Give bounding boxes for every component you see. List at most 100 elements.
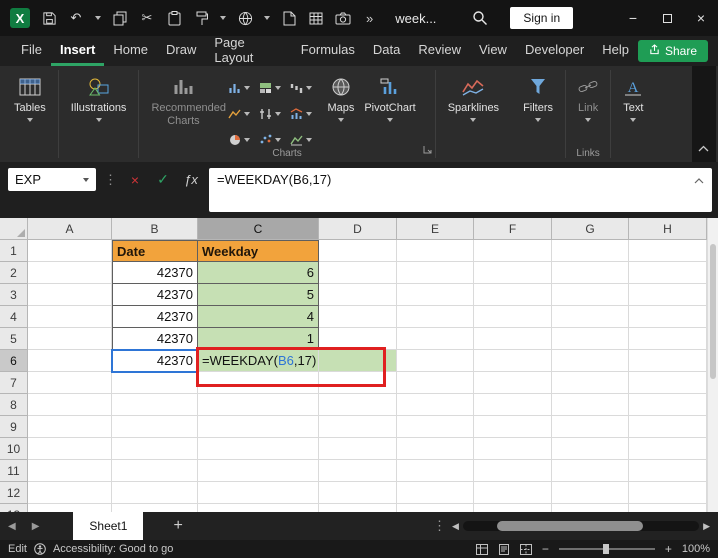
maps-button[interactable]: Maps xyxy=(322,71,359,126)
cell-f3[interactable] xyxy=(474,284,552,306)
cell-f1[interactable] xyxy=(474,240,552,262)
cell-a8[interactable] xyxy=(28,394,112,416)
filters-button[interactable]: Filters xyxy=(518,71,558,126)
cell-g5[interactable] xyxy=(552,328,629,350)
page-layout-view-icon[interactable] xyxy=(498,543,510,555)
cell-g12[interactable] xyxy=(552,482,629,504)
cell-f4[interactable] xyxy=(474,306,552,328)
cell-f2[interactable] xyxy=(474,262,552,284)
sheet-tab-sheet1[interactable]: Sheet1 xyxy=(73,512,144,540)
cell-b8[interactable] xyxy=(112,394,198,416)
cell-a13[interactable] xyxy=(28,504,112,512)
zoom-out-button[interactable]: − xyxy=(542,542,549,556)
globe-icon[interactable] xyxy=(237,10,253,26)
cell-e11[interactable] xyxy=(397,460,474,482)
cell-a5[interactable] xyxy=(28,328,112,350)
tab-draw[interactable]: Draw xyxy=(157,36,205,66)
cell-d2[interactable] xyxy=(319,262,397,284)
cell-a3[interactable] xyxy=(28,284,112,306)
cell-a9[interactable] xyxy=(28,416,112,438)
cell-c6[interactable]: =WEEKDAY(B6,17) xyxy=(198,350,319,372)
scroll-left-arrow[interactable]: ◀ xyxy=(452,521,459,532)
vertical-scrollbar[interactable] xyxy=(707,218,718,512)
cell-b1[interactable]: Date xyxy=(112,240,198,262)
cell-g13[interactable] xyxy=(552,504,629,512)
tab-help[interactable]: Help xyxy=(593,36,638,66)
cell-e8[interactable] xyxy=(397,394,474,416)
cell-e9[interactable] xyxy=(397,416,474,438)
cell-b3[interactable]: 42370 xyxy=(112,284,198,306)
previous-sheet-arrow[interactable]: ◀ xyxy=(0,521,24,532)
formula-bar-resizer[interactable]: ⋮ xyxy=(104,168,117,191)
row-header-8[interactable]: 8 xyxy=(0,394,28,416)
cell-d11[interactable] xyxy=(319,460,397,482)
cell-b2[interactable]: 42370 xyxy=(112,262,198,284)
cell-b9[interactable] xyxy=(112,416,198,438)
cell-d13[interactable] xyxy=(319,504,397,512)
cell-d9[interactable] xyxy=(319,416,397,438)
cell-f12[interactable] xyxy=(474,482,552,504)
search-icon[interactable] xyxy=(472,10,488,26)
row-header-4[interactable]: 4 xyxy=(0,306,28,328)
cell-h8[interactable] xyxy=(629,394,707,416)
tab-data[interactable]: Data xyxy=(364,36,409,66)
cell-f9[interactable] xyxy=(474,416,552,438)
cell-h3[interactable] xyxy=(629,284,707,306)
hierarchy-chart-button[interactable] xyxy=(255,75,285,100)
cell-a10[interactable] xyxy=(28,438,112,460)
share-button[interactable]: Share xyxy=(637,40,708,62)
cell-g1[interactable] xyxy=(552,240,629,262)
cell-g4[interactable] xyxy=(552,306,629,328)
cell-c11[interactable] xyxy=(198,460,319,482)
cell-c8[interactable] xyxy=(198,394,319,416)
cell-a6[interactable] xyxy=(28,350,112,372)
cell-f10[interactable] xyxy=(474,438,552,460)
collapse-ribbon-chevron-icon[interactable] xyxy=(698,139,709,157)
search-box-text[interactable]: week... xyxy=(395,11,436,26)
horizontal-scrollbar-thumb[interactable] xyxy=(496,521,643,531)
cell-e5[interactable] xyxy=(397,328,474,350)
cell-g3[interactable] xyxy=(552,284,629,306)
document-icon[interactable] xyxy=(281,10,297,26)
cell-e4[interactable] xyxy=(397,306,474,328)
tab-view[interactable]: View xyxy=(470,36,516,66)
add-sheet-button[interactable]: + xyxy=(173,517,182,535)
cell-h7[interactable] xyxy=(629,372,707,394)
line-chart-button[interactable] xyxy=(224,101,254,126)
column-header-f[interactable]: F xyxy=(474,218,552,240)
page-break-view-icon[interactable] xyxy=(519,543,532,555)
cell-h9[interactable] xyxy=(629,416,707,438)
table-icon[interactable] xyxy=(308,10,324,26)
charts-dialog-launcher[interactable] xyxy=(423,141,432,159)
horizontal-scrollbar[interactable]: ◀ ▶ xyxy=(452,521,710,532)
cell-a2[interactable] xyxy=(28,262,112,284)
cell-e1[interactable] xyxy=(397,240,474,262)
tab-page-layout[interactable]: Page Layout xyxy=(205,35,291,66)
insert-function-button[interactable]: ƒx xyxy=(181,168,201,191)
row-header-10[interactable]: 10 xyxy=(0,438,28,460)
cell-b12[interactable] xyxy=(112,482,198,504)
zoom-level[interactable]: 100% xyxy=(682,543,710,555)
cell-e10[interactable] xyxy=(397,438,474,460)
cell-d8[interactable] xyxy=(319,394,397,416)
cell-d6[interactable] xyxy=(319,350,397,372)
cell-d7[interactable] xyxy=(319,372,397,394)
scroll-right-arrow[interactable]: ▶ xyxy=(703,521,710,532)
save-icon[interactable] xyxy=(41,10,57,26)
horizontal-scrollbar-track[interactable] xyxy=(462,521,700,531)
cell-b13[interactable] xyxy=(112,504,198,512)
tab-formulas[interactable]: Formulas xyxy=(292,36,364,66)
cell-g7[interactable] xyxy=(552,372,629,394)
more-commands-icon[interactable]: » xyxy=(366,11,373,26)
cell-g8[interactable] xyxy=(552,394,629,416)
column-chart-button[interactable] xyxy=(224,75,254,100)
cell-h2[interactable] xyxy=(629,262,707,284)
cell-c9[interactable] xyxy=(198,416,319,438)
cell-h5[interactable] xyxy=(629,328,707,350)
statistic-chart-button[interactable] xyxy=(255,101,285,126)
cell-c10[interactable] xyxy=(198,438,319,460)
cell-b10[interactable] xyxy=(112,438,198,460)
cell-c3[interactable]: 5 xyxy=(198,284,319,306)
cell-c2[interactable]: 6 xyxy=(198,262,319,284)
cell-g2[interactable] xyxy=(552,262,629,284)
